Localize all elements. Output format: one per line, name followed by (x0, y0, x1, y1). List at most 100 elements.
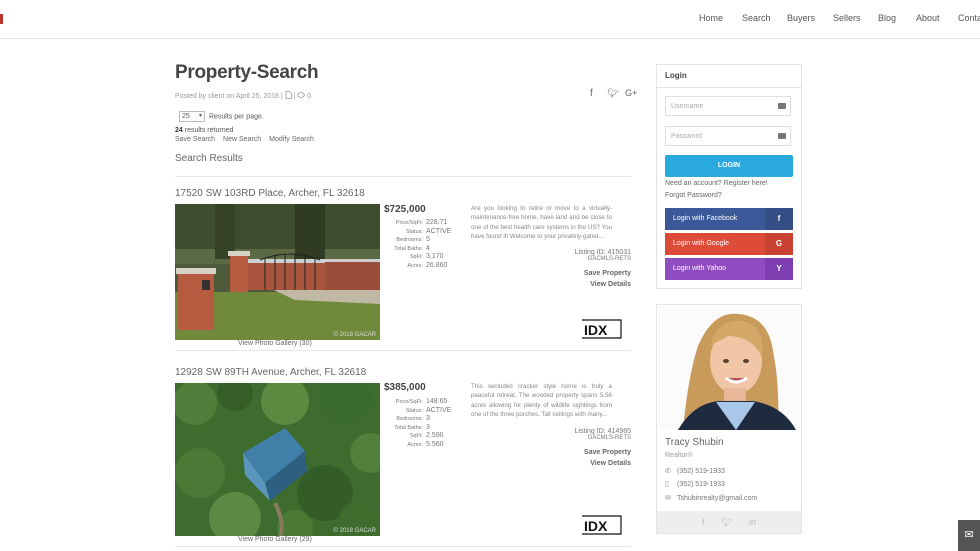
divider (175, 350, 631, 351)
listing-facts: Price/SqFt: 148.65 Status: ACTIVE Bedrooms… (384, 398, 454, 450)
idx-text: IDX (584, 322, 608, 338)
search-results-heading: Search Results (175, 153, 243, 164)
google-label: Login with Google (673, 240, 730, 247)
login-button[interactable]: LOGIN (665, 155, 793, 177)
view-details-link[interactable]: View Details (590, 460, 631, 467)
photo-copyright: © 2018 GACAR (333, 528, 376, 534)
comment-icon[interactable] (297, 91, 306, 101)
listing-source: GACMLS-RETS (587, 435, 631, 441)
fact-value: ACTIVE (426, 406, 452, 414)
fact-value: 3 (426, 423, 430, 431)
twitter-icon[interactable]: 🐦︎ (721, 517, 732, 527)
fact-value: 5 (426, 236, 430, 244)
divider (175, 176, 631, 177)
page-title: Property-Search (175, 62, 319, 83)
fact-value: 26.860 (426, 261, 448, 269)
nav-about[interactable]: About (916, 13, 940, 23)
nav-sellers[interactable]: Sellers (833, 13, 861, 23)
listing-id: Listing ID: 415031 GACMLS-RETS (575, 249, 631, 262)
idx-text: IDX (584, 518, 608, 534)
view-photo-gallery-link[interactable]: View Photo Gallery (29) (238, 536, 312, 543)
fact-label: SqFt: (409, 433, 423, 440)
yahoo-icon: Y (765, 258, 793, 280)
register-link[interactable]: Need an account? Register here! (665, 180, 768, 187)
id-card-icon (778, 103, 786, 109)
google-plus-icon[interactable]: G+ (625, 88, 637, 98)
view-details-link[interactable]: View Details (590, 281, 631, 288)
facebook-icon: f (765, 208, 793, 230)
listing-source: GACMLS-RETS (587, 256, 631, 262)
results-count: 24 results returned (175, 127, 233, 134)
agent-mobile[interactable]: ▯ (352) 519-1933 (665, 480, 725, 488)
id-card-icon (778, 133, 786, 139)
save-property-link[interactable]: Save Property (584, 449, 631, 456)
listing-price: $725,000 (384, 204, 426, 215)
fact-value: 148.65 (426, 398, 448, 405)
results-label: results returned (184, 127, 234, 134)
username-input[interactable]: Username (665, 96, 791, 116)
fact-label: Acres: (407, 441, 423, 448)
nav-contact[interactable]: Conta (958, 13, 980, 23)
listing-id-text: Listing ID: 414985 (574, 428, 631, 435)
view-photo-gallery-link[interactable]: View Photo Gallery (30) (238, 340, 312, 347)
new-search-link[interactable]: New Search (223, 136, 261, 143)
per-page-select[interactable]: 25 (179, 111, 205, 122)
login-title: Login (657, 65, 801, 88)
fact-value: 2,590 (426, 432, 444, 440)
password-input[interactable]: Password (665, 126, 791, 146)
email-text: Tshubinrealty@gmail.com (677, 495, 758, 502)
nav-home[interactable]: Home (699, 13, 723, 23)
fact-value: 3 (426, 415, 430, 423)
fact-label: Total Baths: (394, 424, 423, 431)
nav-search[interactable]: Search (742, 13, 771, 23)
listing-description: Are you looking to retire or move to a v… (471, 205, 612, 241)
username-placeholder: Username (671, 103, 704, 110)
fact-value: 4 (426, 244, 430, 252)
fact-label: Acres: (407, 262, 423, 269)
envelope-icon[interactable]: ✉ (958, 520, 980, 551)
fact-value: 3,170 (426, 253, 444, 261)
listing-price: $385,000 (384, 382, 426, 393)
mobile-text: (352) 519-1933 (677, 481, 725, 488)
document-icon (285, 91, 292, 101)
password-placeholder: Password (671, 133, 702, 140)
facebook-icon[interactable]: f (590, 88, 593, 99)
forgot-password-link[interactable]: Forgot Password? (665, 192, 722, 199)
top-nav: Home Search Buyers Sellers Blog About Co… (0, 0, 980, 39)
agent-role: Realtor® (665, 452, 693, 459)
login-google-button[interactable]: Login with Google G (665, 233, 793, 255)
posted-text: Posted by client on April 25, 2018 | (175, 92, 283, 100)
agent-card: Tracy Shubin Realtor® ✆ (352) 519-1933 ▯ (… (656, 304, 802, 534)
save-property-link[interactable]: Save Property (584, 270, 631, 277)
listing-photo[interactable]: © 2018 GACAR (175, 383, 380, 536)
logo[interactable] (0, 14, 3, 24)
agent-email[interactable]: ✉ Tshubinrealty@gmail.com (665, 494, 757, 502)
phone-text: (352) 519-1933 (677, 468, 725, 475)
comment-count[interactable]: 0 (307, 93, 311, 100)
listing-facts: Price/SqFt: 228.71 Status: ACTIVE Bedrooms… (384, 219, 454, 271)
login-facebook-button[interactable]: Login with Facebook f (665, 208, 793, 230)
photo-copyright: © 2018 GACAR (333, 332, 376, 338)
fact-value: 228.71 (426, 219, 448, 226)
twitter-icon[interactable]: 🐦︎ (607, 88, 618, 99)
facebook-label: Login with Facebook (673, 215, 738, 222)
fact-label: Total Baths: (394, 245, 423, 252)
listing-photo[interactable]: © 2018 GACAR (175, 204, 380, 340)
fact-label: Price/SqFt: (395, 399, 423, 405)
login-yahoo-button[interactable]: Login with Yahoo Y (665, 258, 793, 280)
linkedin-icon[interactable]: in (749, 517, 756, 527)
nav-blog[interactable]: Blog (878, 13, 896, 23)
facebook-icon[interactable]: f (702, 517, 705, 527)
mobile-icon: ▯ (665, 481, 669, 488)
agent-social-bar: f 🐦︎ in (657, 511, 801, 533)
fact-value: 5.560 (426, 440, 444, 448)
idx-logo: IDX (579, 318, 624, 340)
agent-name: Tracy Shubin (665, 437, 724, 448)
modify-search-link[interactable]: Modify Search (269, 136, 314, 143)
save-search-link[interactable]: Save Search (175, 136, 215, 143)
listing-address[interactable]: 12928 SW 89TH Avenue, Archer, FL 32618 (175, 367, 366, 378)
per-page-label: Results per page. (208, 113, 264, 121)
nav-buyers[interactable]: Buyers (787, 13, 815, 23)
listing-address[interactable]: 17520 SW 103RD Place, Archer, FL 32618 (175, 188, 365, 199)
agent-phone[interactable]: ✆ (352) 519-1933 (665, 467, 725, 475)
